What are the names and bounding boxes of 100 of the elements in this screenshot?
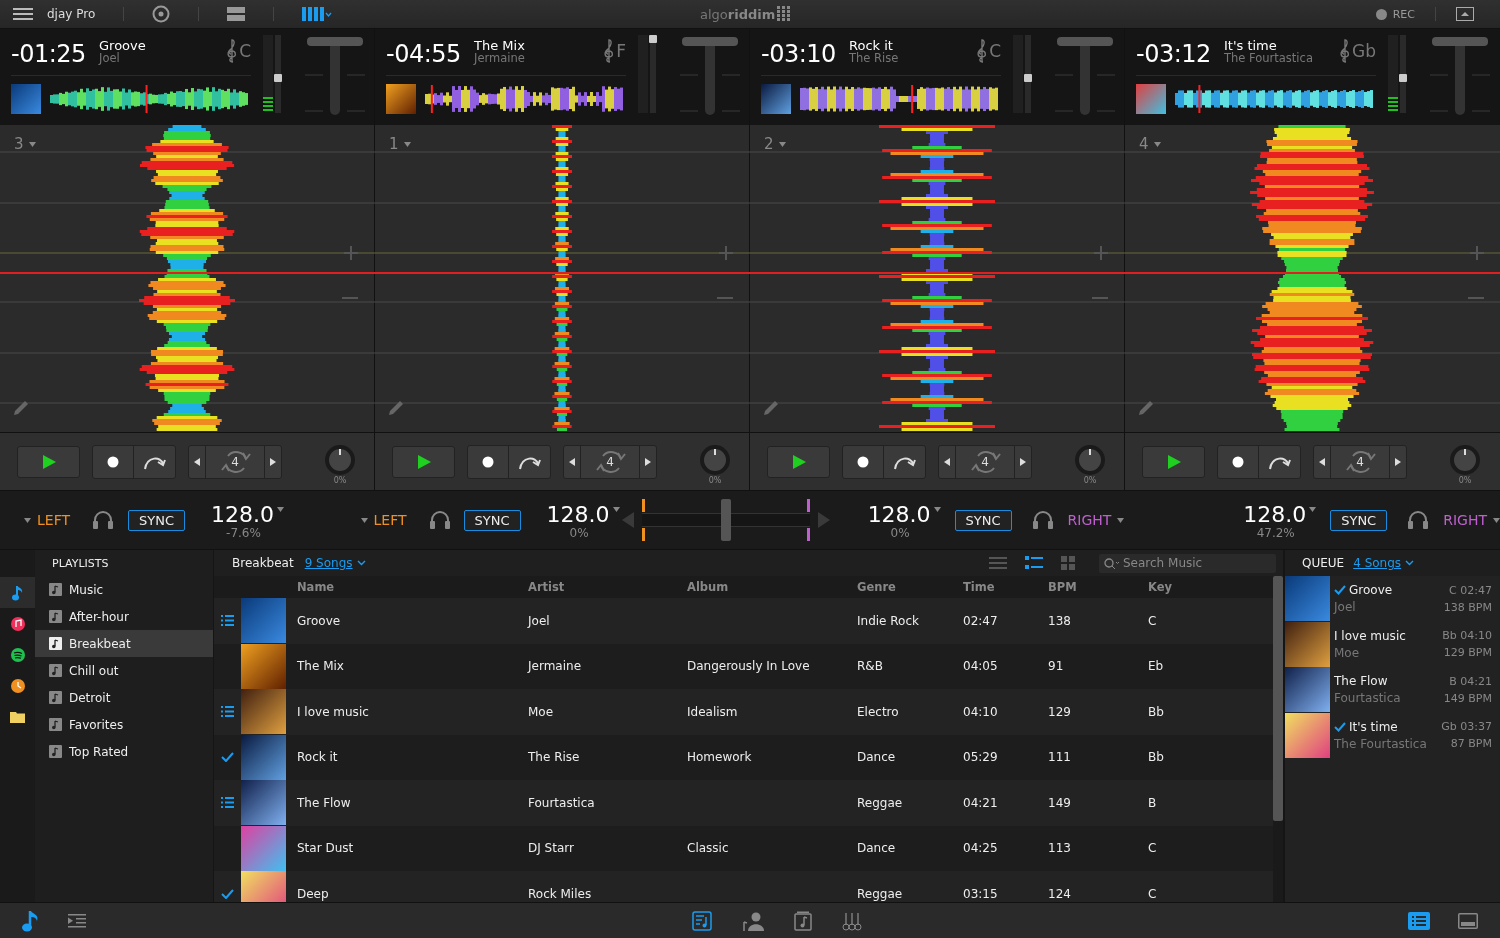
waveform-panel[interactable]: 3	[0, 125, 374, 433]
play-button[interactable]	[1142, 445, 1205, 478]
bpm-display[interactable]: 128.0	[211, 501, 284, 527]
list-icon[interactable]	[1408, 911, 1430, 930]
output-selector[interactable]: RIGHT	[1443, 512, 1500, 528]
fader-thumb[interactable]	[274, 73, 282, 82]
sync-button[interactable]: SYNC	[128, 509, 185, 531]
column-header[interactable]: Genre	[857, 580, 963, 594]
queue-track-title[interactable]: Groove	[1349, 583, 1393, 598]
music-note-icon[interactable]	[22, 909, 40, 932]
pencil-icon[interactable]	[762, 399, 780, 417]
deck-number[interactable]: 2	[764, 135, 774, 153]
pitch-fader-drawing[interactable]	[680, 35, 740, 115]
waveform-overview-drawing[interactable]	[800, 86, 998, 112]
menu-icon[interactable]	[13, 7, 33, 21]
search-field[interactable]: Search Music	[1099, 553, 1276, 573]
column-header[interactable]: Album	[687, 580, 857, 594]
waveform-overview-drawing[interactable]	[50, 87, 248, 111]
rec-label[interactable]: REC	[1392, 7, 1415, 21]
column-header[interactable]: Key	[1148, 580, 1273, 594]
column-header[interactable]: Name	[297, 580, 528, 594]
chevron-down-icon[interactable]	[356, 560, 366, 566]
channel-fader[interactable]	[650, 35, 656, 113]
fader-thumb[interactable]	[649, 35, 657, 43]
play-button[interactable]	[17, 445, 80, 478]
pitch-fader-drawing[interactable]	[1430, 35, 1490, 115]
indent-icon[interactable]	[68, 913, 86, 928]
waveform-panel[interactable]: 2	[750, 125, 1124, 433]
bpm-display[interactable]: 128.0	[1243, 501, 1317, 527]
detail-list-icon[interactable]	[1025, 556, 1043, 570]
waveform-overview-drawing[interactable]	[425, 86, 623, 112]
waveform-panel[interactable]: 4	[1125, 125, 1500, 433]
pencil-icon[interactable]	[12, 399, 30, 417]
queue-track-title[interactable]: It's time	[1349, 719, 1398, 734]
play-button[interactable]	[767, 445, 830, 478]
deck-number[interactable]: 3	[14, 135, 24, 153]
waveform-panel[interactable]: 1	[375, 125, 749, 433]
music-file-icon[interactable]	[794, 910, 812, 931]
waveform-overview-drawing[interactable]	[1175, 90, 1373, 108]
play-button[interactable]	[392, 445, 455, 478]
sync-button[interactable]: SYNC	[1330, 509, 1388, 531]
column-header[interactable]: Time	[963, 580, 1048, 594]
sync-button[interactable]: SYNC	[954, 509, 1012, 531]
fader-thumb[interactable]	[1024, 73, 1032, 82]
output-selector[interactable]: LEFT	[360, 512, 407, 528]
instruments-icon[interactable]	[842, 910, 862, 931]
caret-icon[interactable]	[403, 141, 411, 147]
caret-icon[interactable]	[28, 141, 36, 147]
person-icon[interactable]	[742, 910, 764, 931]
channel-fader[interactable]	[1400, 35, 1406, 113]
caret-icon[interactable]	[1153, 141, 1161, 147]
screen-icon[interactable]	[1458, 912, 1478, 929]
playlist-icon	[49, 691, 62, 704]
song-count-link[interactable]: 9 Songs	[304, 556, 353, 570]
playlist-item[interactable]: Top Rated	[35, 738, 213, 765]
headphones-icon[interactable]	[428, 510, 450, 530]
bpm-display[interactable]: 128.0	[867, 501, 941, 527]
playhead[interactable]	[911, 85, 914, 113]
headphones-icon[interactable]	[1407, 510, 1430, 530]
caret-icon[interactable]	[778, 141, 786, 147]
pitch-value: -7.6%	[226, 526, 261, 539]
output-selector[interactable]: LEFT	[24, 512, 70, 528]
search-icon[interactable]	[1104, 557, 1120, 570]
fader-thumb[interactable]	[1399, 73, 1407, 82]
pencil-icon[interactable]	[387, 399, 405, 417]
crossfader-thumb[interactable]	[720, 499, 731, 541]
pitch-fader-drawing[interactable]	[1055, 35, 1115, 115]
record-dot-icon[interactable]	[1375, 8, 1387, 20]
turntable-icon[interactable]	[152, 5, 171, 23]
column-header[interactable]: BPM	[1048, 580, 1148, 594]
two-decks-icon[interactable]	[227, 7, 246, 21]
playlist-item[interactable]: Favorites	[35, 711, 213, 738]
music-list-icon[interactable]	[692, 910, 712, 931]
pitch-fader-drawing[interactable]	[305, 35, 365, 115]
pencil-icon[interactable]	[1137, 399, 1155, 417]
queue-track-title[interactable]: I love music	[1334, 628, 1406, 643]
queue-track-title[interactable]: The Flow	[1334, 674, 1388, 689]
source-button[interactable]	[0, 577, 35, 608]
table-cell-text: C	[1148, 613, 1158, 628]
playlist-item[interactable]: After-hour	[35, 603, 213, 630]
headphones-icon[interactable]	[1031, 510, 1054, 530]
scrollbar-thumb[interactable]	[1273, 576, 1283, 821]
sync-button[interactable]: SYNC	[463, 509, 521, 531]
playhead[interactable]	[430, 85, 433, 113]
playlist-item[interactable]: Breakbeat	[35, 630, 213, 657]
screen-icon[interactable]	[1456, 7, 1474, 21]
bpm-display[interactable]: 128.0	[546, 501, 620, 527]
playlist-item[interactable]: Detroit	[35, 684, 213, 711]
deck-number[interactable]: 4	[1139, 135, 1149, 153]
song-count-link[interactable]: 4 Songs	[1353, 556, 1402, 570]
column-header[interactable]: Artist	[528, 580, 687, 594]
playlist-item[interactable]: Chill out	[35, 657, 213, 684]
output-selector[interactable]: RIGHT	[1067, 512, 1125, 528]
channel-fader[interactable]	[1025, 35, 1031, 113]
playlist-item[interactable]: Music	[35, 576, 213, 603]
headphones-icon[interactable]	[92, 510, 114, 530]
four-decks-icon[interactable]	[302, 7, 333, 21]
deck-number[interactable]: 1	[389, 135, 399, 153]
channel-fader[interactable]	[275, 35, 281, 113]
chevron-down-icon[interactable]	[1405, 560, 1415, 566]
